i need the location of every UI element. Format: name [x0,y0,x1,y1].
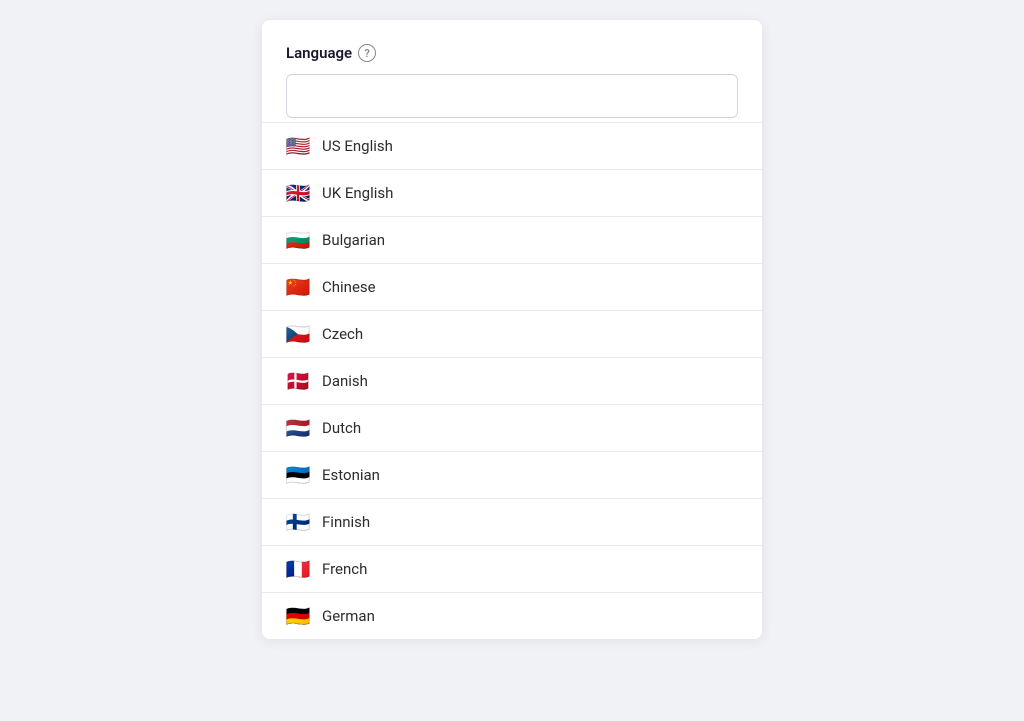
help-icon[interactable]: ? [358,44,376,62]
lang-name-finnish: Finnish [322,513,370,531]
language-list: 🇺🇸 US English 🇬🇧 UK English 🇧🇬 Bulgarian 🇨🇳 Chi… [262,122,762,639]
lang-name-czech: Czech [322,325,363,343]
language-search-input[interactable] [286,74,738,118]
flag-icon-uk-english: 🇬🇧 [286,185,310,201]
list-item-uk-english[interactable]: 🇬🇧 UK English [262,170,762,217]
lang-name-german: German [322,607,375,625]
list-item-chinese[interactable]: 🇨🇳 Chinese [262,264,762,311]
lang-name-french: French [322,560,367,578]
label-row: Language ? [286,44,738,62]
flag-icon-czech: 🇨🇿 [286,326,310,342]
flag-icon-german: 🇩🇪 [286,608,310,624]
lang-name-estonian: Estonian [322,466,380,484]
list-item-danish[interactable]: 🇩🇰 Danish [262,358,762,405]
list-item-estonian[interactable]: 🇪🇪 Estonian [262,452,762,499]
language-panel: Language ? 🇺🇸 US English 🇬🇧 UK English 🇧🇬 Bul… [262,20,762,639]
list-item-bulgarian[interactable]: 🇧🇬 Bulgarian [262,217,762,264]
lang-name-us-english: US English [322,137,393,155]
flag-icon-finnish: 🇫🇮 [286,514,310,530]
list-item-french[interactable]: 🇫🇷 French [262,546,762,593]
lang-name-dutch: Dutch [322,419,361,437]
language-label: Language [286,44,352,62]
lang-name-uk-english: UK English [322,184,393,202]
flag-icon-french: 🇫🇷 [286,561,310,577]
lang-name-danish: Danish [322,372,368,390]
list-item-finnish[interactable]: 🇫🇮 Finnish [262,499,762,546]
flag-icon-chinese: 🇨🇳 [286,279,310,295]
lang-name-chinese: Chinese [322,278,376,296]
flag-icon-danish: 🇩🇰 [286,373,310,389]
flag-icon-us-english: 🇺🇸 [286,138,310,154]
list-item-german[interactable]: 🇩🇪 German [262,593,762,639]
flag-icon-estonian: 🇪🇪 [286,467,310,483]
page-container: Language ? 🇺🇸 US English 🇬🇧 UK English 🇧🇬 Bul… [0,0,1024,721]
lang-name-bulgarian: Bulgarian [322,231,385,249]
list-item-czech[interactable]: 🇨🇿 Czech [262,311,762,358]
list-item-us-english[interactable]: 🇺🇸 US English [262,123,762,170]
flag-icon-bulgarian: 🇧🇬 [286,232,310,248]
flag-icon-dutch: 🇳🇱 [286,420,310,436]
list-item-dutch[interactable]: 🇳🇱 Dutch [262,405,762,452]
